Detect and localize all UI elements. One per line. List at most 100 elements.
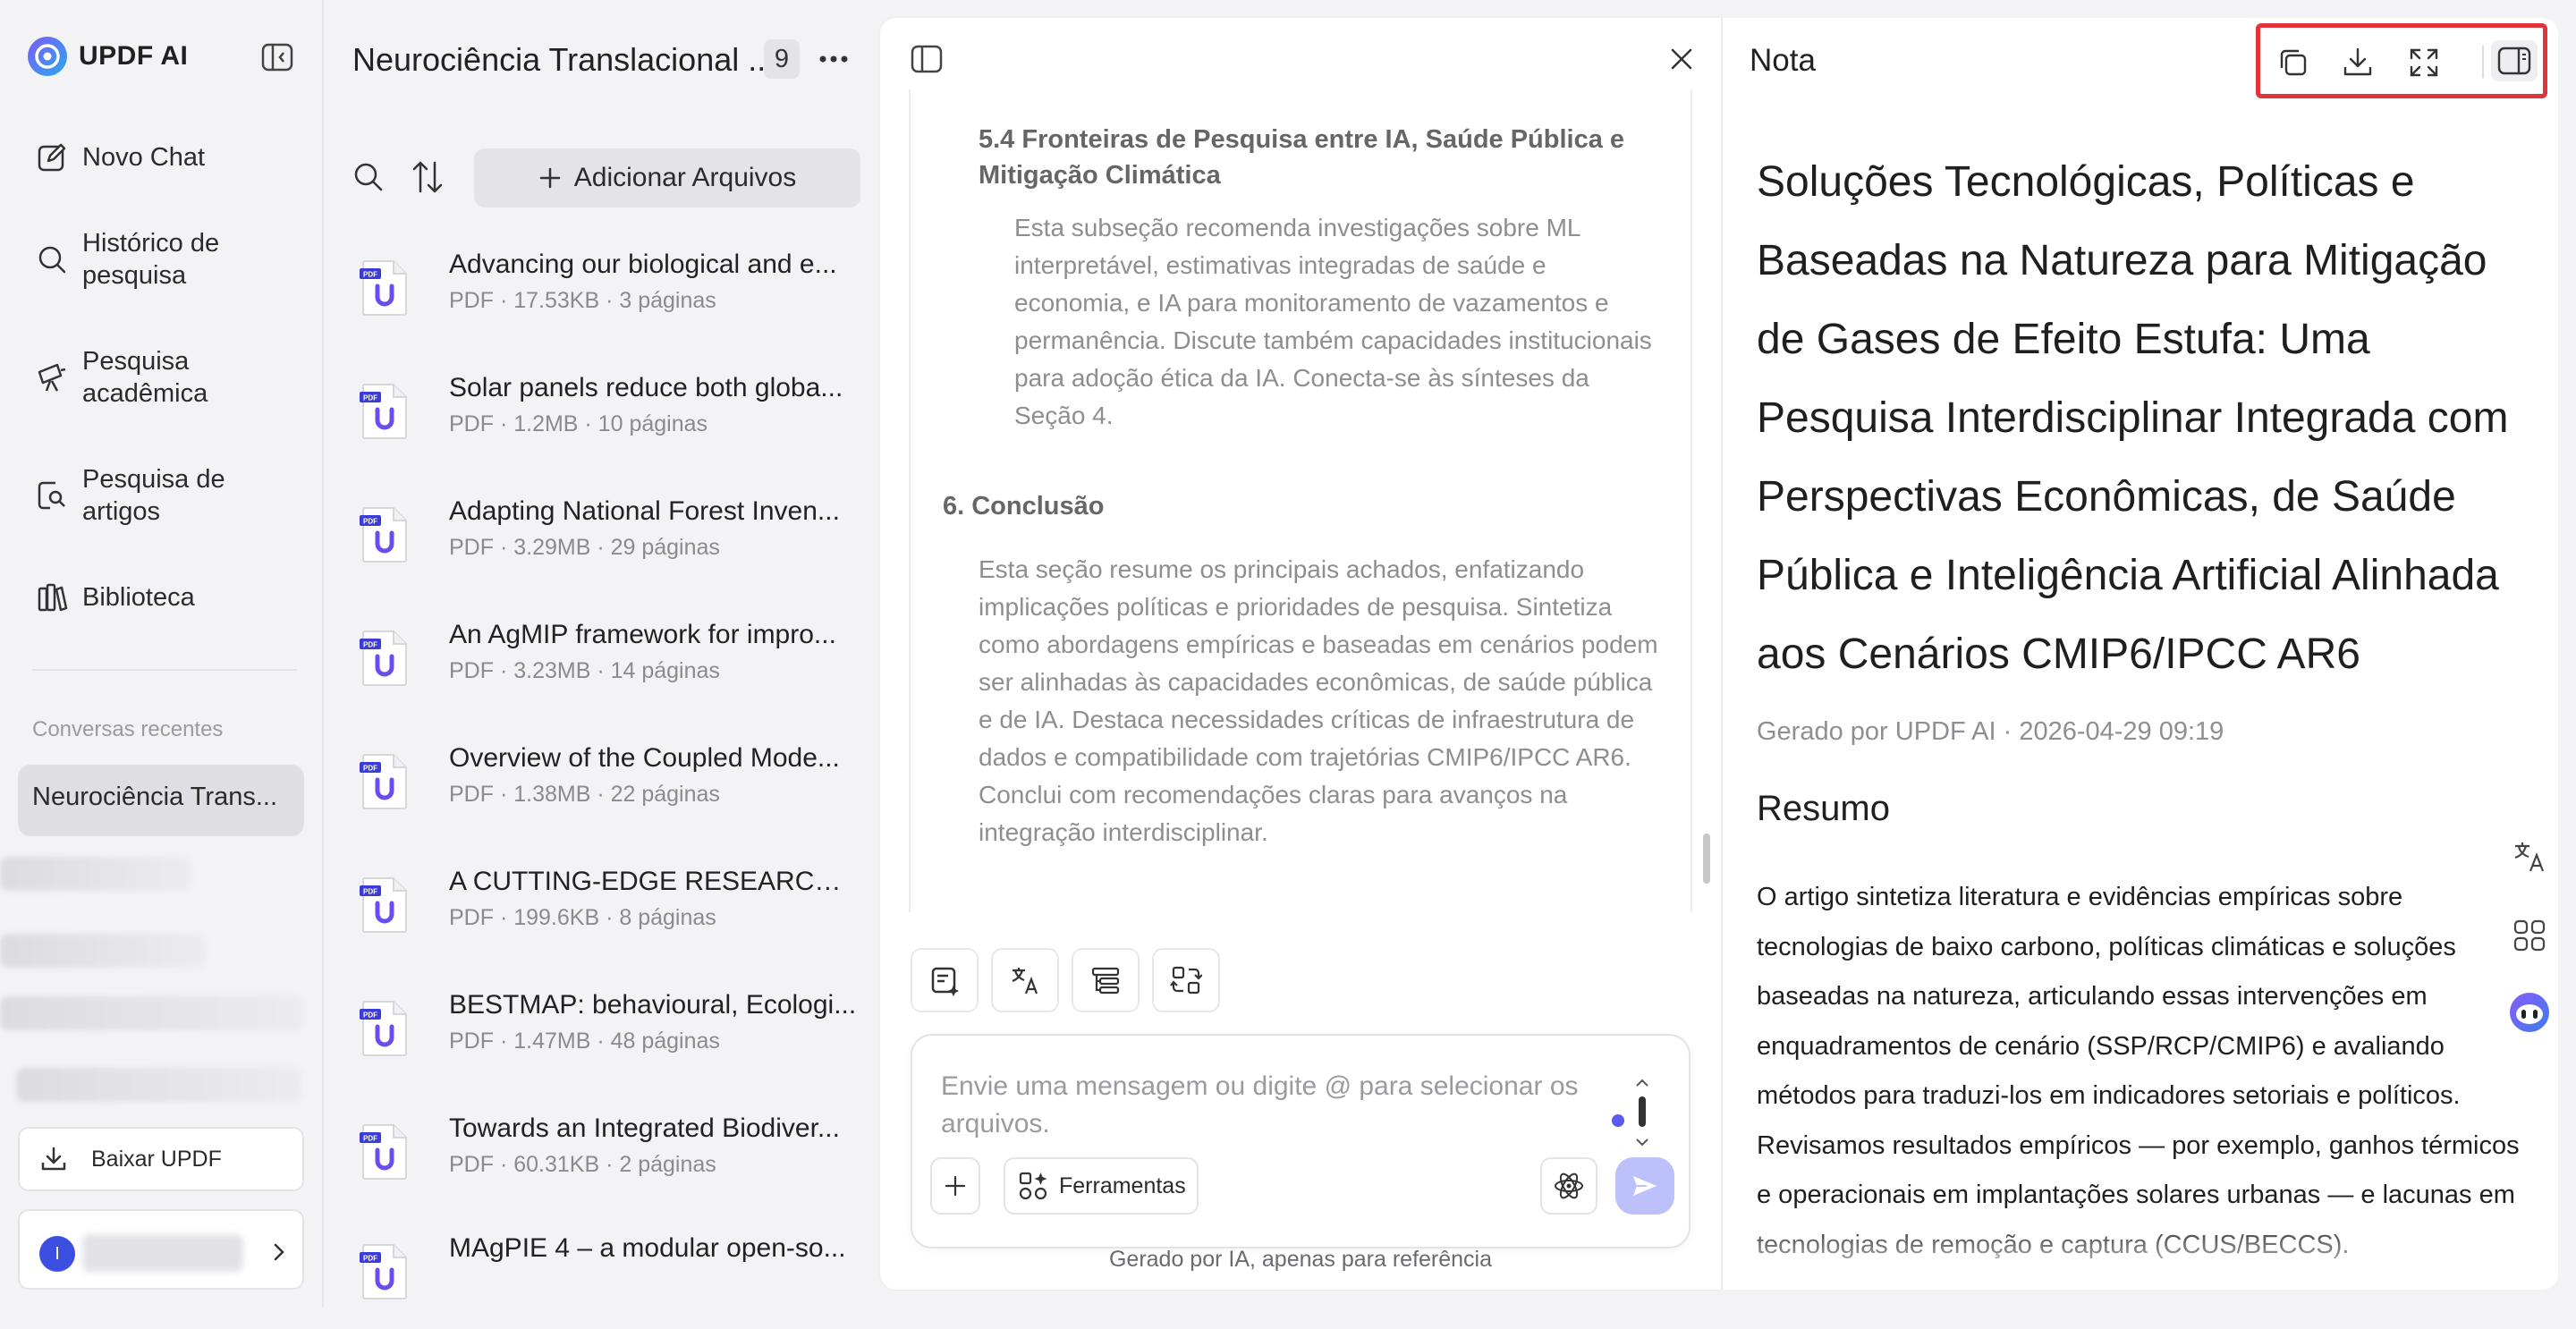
scrollbar[interactable]	[1703, 834, 1710, 884]
sort-icon[interactable]	[411, 159, 444, 195]
file-item[interactable]: PDF BESTMAP: behavioural, Ecologi... PDF ·…	[360, 987, 860, 1086]
file-item[interactable]: PDF Adapting National Forest Inven... PDF …	[360, 494, 860, 592]
tools-icon	[1018, 1171, 1048, 1201]
attach-button[interactable]	[930, 1157, 980, 1215]
outline-content: 5.4 Fronteiras de Pesquisa entre IA, Saú…	[909, 89, 1692, 912]
academic-search-icon	[36, 361, 68, 394]
redacted-chat-item[interactable]	[0, 996, 304, 1030]
redacted-chat-item[interactable]	[16, 1068, 302, 1102]
fullscreen-icon[interactable]	[2407, 46, 2441, 80]
pdf-file-icon: PDF	[360, 876, 410, 934]
file-meta: PDF · 1.38MB · 22 páginas	[449, 782, 720, 807]
copy-icon[interactable]	[2276, 46, 2310, 80]
recent-chats-title: Conversas recentes	[32, 717, 224, 741]
file-meta: PDF · 3.23MB · 14 páginas	[449, 658, 720, 683]
ai-assistant-icon[interactable]	[2508, 991, 2551, 1034]
translate-icon	[1009, 964, 1041, 996]
new-chat-icon	[36, 141, 68, 174]
pdf-file-icon: PDF	[360, 1243, 410, 1300]
download-label: Baixar UPDF	[91, 1146, 222, 1172]
file-name: BESTMAP: behavioural, Ecologi...	[449, 990, 857, 1020]
send-icon	[1631, 1172, 1659, 1200]
file-name: Solar panels reduce both globa...	[449, 373, 843, 402]
file-item[interactable]: PDF Overview of the Coupled Mode... PDF · …	[360, 741, 860, 839]
recent-chat-item-active[interactable]: Neurociência Trans...	[18, 765, 304, 836]
note-heading: Soluções Tecnológicas, Políticas e Basea…	[1757, 158, 2509, 678]
file-name: Towards an Integrated Biodiver...	[449, 1113, 840, 1143]
nav-label: Pesquisa acadêmica	[82, 347, 208, 408]
file-item[interactable]: PDF Solar panels reduce both globa... PDF …	[360, 370, 860, 469]
nav-search-history[interactable]: Histórico de pesquisa	[36, 227, 219, 292]
chevron-right-icon	[270, 1240, 288, 1265]
translate-icon[interactable]	[2512, 839, 2547, 875]
more-icon[interactable]	[818, 43, 850, 75]
chat-panel: 5.4 Fronteiras de Pesquisa entre IA, Saú…	[880, 18, 1721, 1290]
file-meta: PDF · 1.47MB · 48 páginas	[449, 1028, 720, 1054]
input-status-dot	[1612, 1114, 1624, 1127]
plus-icon	[538, 166, 562, 190]
file-item[interactable]: PDF Towards an Integrated Biodiver... PDF …	[360, 1111, 860, 1209]
nav-label: Pesquisa de artigos	[82, 465, 225, 526]
account-button[interactable]: I	[18, 1209, 304, 1290]
download-icon[interactable]	[2341, 46, 2375, 80]
add-files-button[interactable]: Adicionar Arquivos	[474, 148, 860, 207]
nav-academic-search[interactable]: Pesquisa acadêmica	[36, 345, 208, 410]
deep-think-button[interactable]	[1540, 1157, 1597, 1215]
outline-button[interactable]	[1072, 948, 1140, 1012]
file-meta: PDF · 60.31KB · 2 páginas	[449, 1152, 716, 1177]
note-generated-info: Gerado por UPDF AI · 2026-04-29 09:19	[1757, 717, 2224, 746]
nav-new-chat[interactable]: Novo Chat	[36, 141, 205, 174]
svg-text:PDF: PDF	[363, 765, 377, 773]
chat-input-box[interactable]: Envie uma mensagem ou digite @ para sele…	[911, 1034, 1690, 1249]
compare-button[interactable]	[1152, 948, 1220, 1012]
atom-icon	[1553, 1170, 1585, 1202]
svg-text:PDF: PDF	[363, 1012, 377, 1020]
redacted-chat-item[interactable]	[0, 857, 191, 891]
article-search-icon	[36, 479, 68, 512]
apps-icon[interactable]	[2512, 918, 2547, 953]
summarize-button[interactable]	[911, 948, 979, 1012]
svg-text:PDF: PDF	[363, 1135, 377, 1143]
file-meta: PDF · 3.29MB · 29 páginas	[449, 535, 720, 560]
nav-library[interactable]: Biblioteca	[36, 581, 195, 614]
pdf-file-icon: PDF	[360, 753, 410, 810]
section-heading: 6. Conclusão	[943, 492, 1105, 521]
folder-title[interactable]: Neurociência Translacional ...	[352, 41, 775, 79]
file-item[interactable]: PDF An AgMIP framework for impro... PDF · …	[360, 617, 860, 715]
translate-button[interactable]	[991, 948, 1059, 1012]
send-button[interactable]	[1615, 1157, 1674, 1215]
nav-article-search[interactable]: Pesquisa de artigos	[36, 463, 225, 528]
redacted-chat-item[interactable]	[0, 934, 206, 968]
file-name: Advancing our biological and e...	[449, 250, 837, 279]
download-updf-button[interactable]: Baixar UPDF	[18, 1127, 304, 1191]
tools-button[interactable]: Ferramentas	[1004, 1157, 1199, 1215]
file-meta: PDF · 199.6KB · 8 páginas	[449, 905, 716, 930]
svg-text:PDF: PDF	[363, 518, 377, 526]
library-icon	[36, 581, 68, 614]
search-icon[interactable]	[352, 161, 385, 193]
file-name: A CUTTING-EDGE RESEARCH O...	[449, 867, 860, 896]
files-panel: Neurociência Translacional ... 9 Adicion…	[322, 0, 880, 1308]
pdf-file-icon: PDF	[360, 259, 410, 317]
note-panel: Nota Soluções Tecnológicas, Políticas e …	[1721, 18, 2558, 1290]
pdf-file-icon: PDF	[360, 1123, 410, 1181]
input-scroll-indicator[interactable]	[1633, 1077, 1651, 1148]
panel-toggle-button[interactable]	[2491, 40, 2538, 81]
collapse-sidebar-icon[interactable]	[261, 43, 293, 72]
chat-input[interactable]: Envie uma mensagem ou digite @ para sele…	[941, 1068, 1639, 1143]
summarize-icon	[928, 964, 961, 996]
svg-text:PDF: PDF	[363, 394, 377, 402]
pdf-file-icon: PDF	[360, 506, 410, 563]
file-item[interactable]: PDF A CUTTING-EDGE RESEARCH O... PDF · 199…	[360, 864, 860, 962]
close-icon[interactable]	[1667, 45, 1696, 73]
toggle-sidebar-icon[interactable]	[911, 45, 943, 73]
brand[interactable]: UPDF AI	[27, 36, 188, 77]
updf-logo-icon	[27, 36, 68, 77]
file-item[interactable]: PDF MAgPIE 4 – a modular open-so...	[360, 1231, 860, 1329]
nav-label: Novo Chat	[82, 143, 206, 172]
file-item[interactable]: PDF Advancing our biological and e... PDF …	[360, 247, 860, 345]
file-meta: PDF · 17.53KB · 3 páginas	[449, 288, 716, 313]
search-history-icon	[36, 243, 68, 275]
scroll-fade	[1723, 1218, 2558, 1290]
file-name: Overview of the Coupled Mode...	[449, 743, 840, 773]
